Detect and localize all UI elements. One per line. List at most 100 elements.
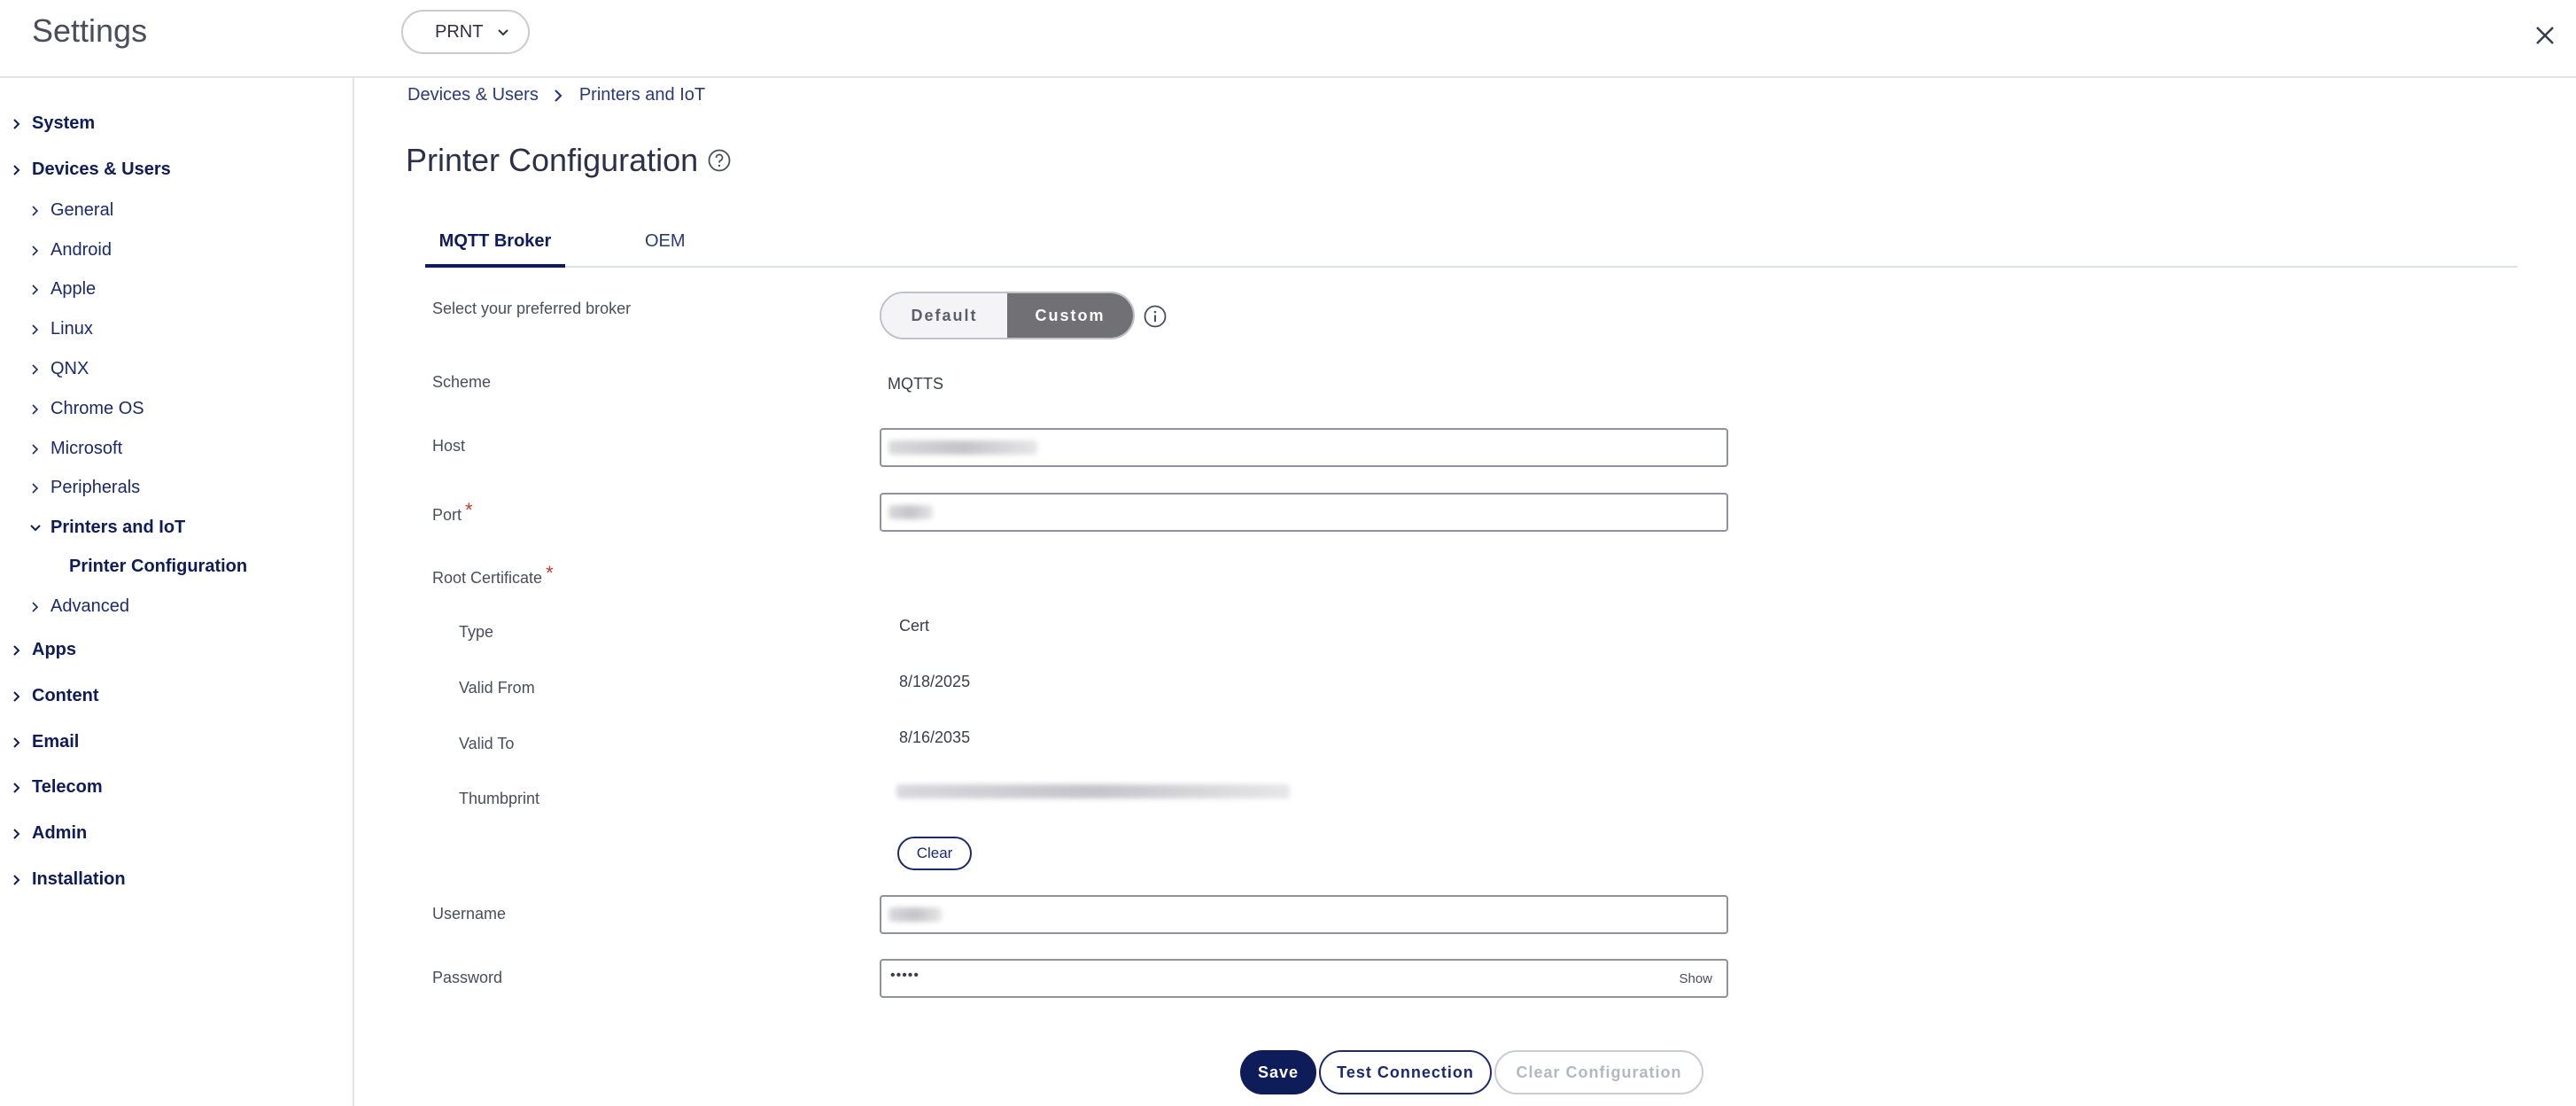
chevron-right-icon — [32, 443, 39, 455]
broker-option-default[interactable]: Default — [881, 293, 1007, 338]
chevron-down-icon — [498, 29, 508, 36]
sidebar-item-label: Apple — [50, 279, 97, 299]
chevron-down-icon — [30, 524, 41, 531]
sidebar-item-label: Admin — [32, 823, 88, 843]
host-label: Host — [432, 437, 466, 455]
broker-option-custom[interactable]: Custom — [1007, 293, 1133, 338]
chevron-right-icon — [13, 874, 20, 885]
thumbprint-label: Thumbprint — [459, 790, 540, 807]
port-input[interactable] — [880, 493, 1728, 532]
breadcrumb-printers-iot[interactable]: Printers and IoT — [579, 85, 705, 105]
sidebar-item-label: Email — [32, 732, 80, 752]
save-button[interactable]: Save — [1240, 1050, 1316, 1094]
sidebar-item-email[interactable]: Email — [11, 732, 79, 752]
app-title: Settings — [32, 12, 148, 49]
page-title: Printer Configuration — [406, 142, 699, 178]
sidebar-item-printers-iot[interactable]: Printers and IoT — [29, 518, 185, 538]
sidebar: System Devices & Users General Android A… — [0, 78, 354, 1106]
sidebar-item-label: Installation — [32, 869, 126, 889]
sidebar-item-label: Linux — [50, 319, 93, 339]
tab-bar: MQTT Broker OEM — [425, 229, 2518, 268]
tab-mqtt-broker[interactable]: MQTT Broker — [425, 229, 565, 268]
org-selector-value: PRNT — [435, 21, 484, 42]
org-selector[interactable]: PRNT — [401, 10, 530, 54]
sidebar-item-label: General — [50, 200, 114, 220]
sidebar-item-label: System — [32, 113, 96, 133]
sidebar-item-printer-configuration[interactable]: Printer Configuration — [69, 557, 247, 577]
clear-certificate-button[interactable]: Clear — [897, 837, 972, 870]
username-input[interactable] — [880, 895, 1728, 934]
help-icon[interactable] — [707, 148, 732, 173]
redacted-value — [888, 505, 933, 519]
broker-toggle: Default Custom — [880, 292, 1135, 339]
thumbprint-redacted-value — [896, 784, 1290, 798]
sidebar-item-label: Apps — [32, 640, 76, 659]
tab-oem[interactable]: OEM — [645, 229, 694, 264]
scheme-value: MQTTS — [888, 375, 943, 393]
sidebar-item-advanced[interactable]: Advanced — [29, 596, 129, 617]
sidebar-item-telecom[interactable]: Telecom — [11, 777, 103, 798]
sidebar-item-label: Chrome OS — [50, 399, 144, 418]
chevron-right-icon — [32, 403, 39, 415]
sidebar-item-label: Printers and IoT — [50, 518, 186, 537]
info-icon[interactable] — [1143, 304, 1168, 329]
clear-configuration-button[interactable]: Clear Configuration — [1494, 1050, 1703, 1094]
root-certificate-label-text: Root Certificate — [432, 569, 543, 587]
broker-label: Select your preferred broker — [432, 300, 632, 317]
sidebar-item-content[interactable]: Content — [11, 686, 99, 706]
root-certificate-label: Root Certificate * — [432, 562, 554, 588]
top-header: Settings PRNT — [0, 0, 2576, 78]
sidebar-item-apps[interactable]: Apps — [11, 640, 76, 660]
sidebar-item-installation[interactable]: Installation — [11, 869, 126, 890]
sidebar-item-qnx[interactable]: QNX — [29, 359, 89, 379]
chevron-right-icon — [555, 89, 563, 102]
chevron-right-icon — [13, 828, 20, 839]
cert-type-label: Type — [459, 623, 494, 641]
sidebar-item-label: Telecom — [32, 777, 103, 797]
sidebar-item-label: QNX — [50, 359, 89, 378]
sidebar-item-devices-users[interactable]: Devices & Users — [11, 160, 171, 180]
sidebar-item-linux[interactable]: Linux — [29, 319, 93, 339]
sidebar-item-system[interactable]: System — [11, 113, 95, 134]
port-label: Port * — [432, 499, 473, 526]
sidebar-item-label: Content — [32, 686, 99, 705]
chevron-right-icon — [13, 782, 20, 793]
host-input[interactable] — [880, 428, 1728, 467]
valid-to-label: Valid To — [459, 735, 515, 752]
sidebar-item-label: Android — [50, 240, 112, 260]
scheme-label: Scheme — [432, 373, 492, 391]
sidebar-item-admin[interactable]: Admin — [11, 823, 87, 844]
sidebar-item-microsoft[interactable]: Microsoft — [29, 439, 122, 459]
close-icon[interactable] — [2532, 22, 2558, 49]
port-label-text: Port — [432, 506, 462, 524]
sidebar-item-apple[interactable]: Apple — [29, 279, 96, 300]
password-dots: ••••• — [890, 968, 920, 983]
sidebar-item-chrome-os[interactable]: Chrome OS — [29, 399, 144, 419]
sidebar-item-general[interactable]: General — [29, 200, 113, 221]
chevron-right-icon — [32, 323, 39, 335]
chevron-right-icon — [32, 363, 39, 375]
chevron-right-icon — [13, 644, 20, 656]
required-marker: * — [465, 499, 473, 521]
sidebar-item-label: Devices & Users — [32, 160, 171, 179]
chevron-right-icon — [13, 118, 20, 129]
breadcrumb-devices-users[interactable]: Devices & Users — [407, 85, 539, 105]
valid-from-label: Valid From — [459, 679, 535, 697]
valid-from-value: 8/18/2025 — [899, 673, 971, 690]
sidebar-item-android[interactable]: Android — [29, 240, 112, 261]
chevron-right-icon — [32, 601, 39, 612]
show-password-toggle[interactable]: Show — [1679, 971, 1712, 986]
chevron-right-icon — [32, 245, 39, 256]
chevron-right-icon — [13, 164, 20, 175]
valid-to-value: 8/16/2035 — [899, 728, 971, 746]
test-connection-button[interactable]: Test Connection — [1319, 1050, 1492, 1094]
sidebar-item-label: Printer Configuration — [69, 557, 248, 576]
chevron-right-icon — [32, 205, 39, 216]
chevron-right-icon — [32, 482, 39, 494]
sidebar-item-label: Advanced — [50, 596, 129, 616]
password-input[interactable]: ••••• Show — [880, 959, 1728, 998]
sidebar-item-peripherals[interactable]: Peripherals — [29, 478, 140, 498]
password-label: Password — [432, 969, 503, 986]
sidebar-item-label: Peripherals — [50, 478, 141, 497]
sidebar-item-label: Microsoft — [50, 439, 123, 458]
